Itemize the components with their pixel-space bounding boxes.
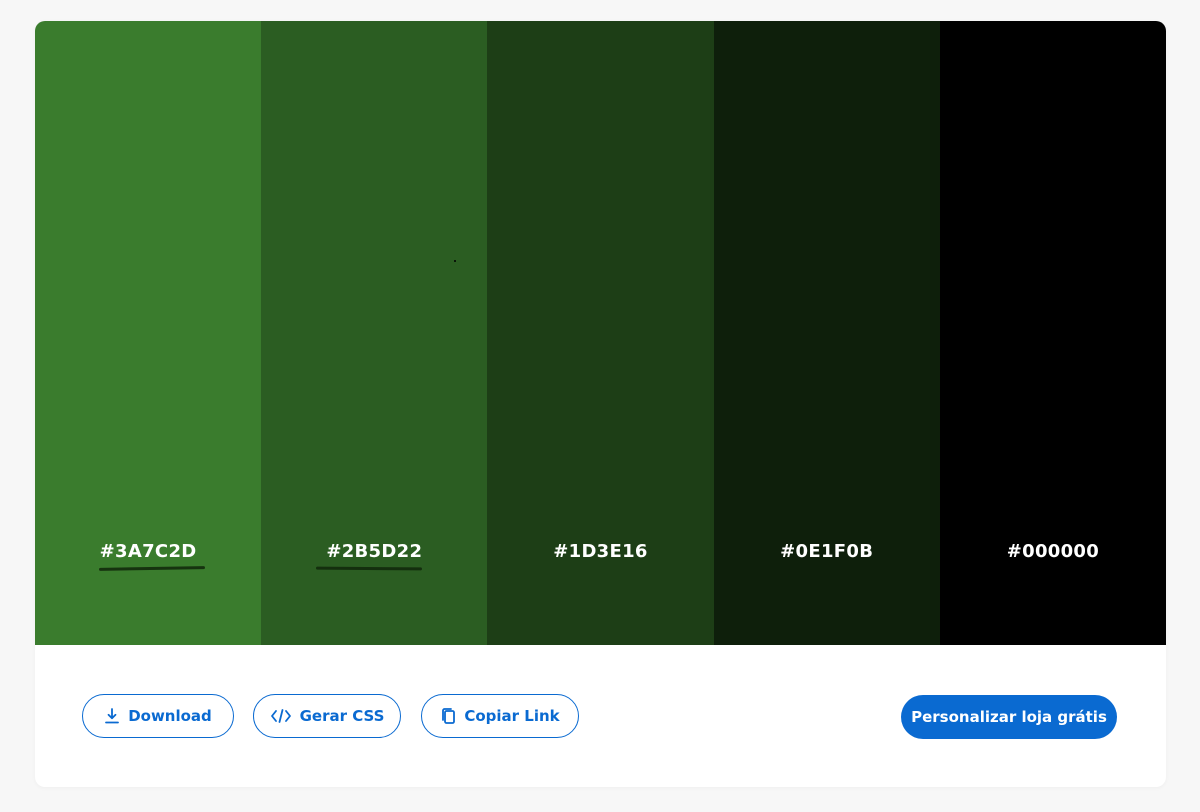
hex-underline-2 bbox=[316, 566, 423, 571]
hex-label-3[interactable]: #1D3E16 bbox=[487, 541, 713, 562]
code-icon bbox=[270, 708, 292, 724]
color-swatch-3[interactable]: #1D3E16 bbox=[487, 21, 714, 645]
hex-label-1[interactable]: #3A7C2D bbox=[35, 541, 261, 562]
generate-css-label: Gerar CSS bbox=[299, 707, 385, 725]
copy-link-button[interactable]: Copiar Link bbox=[421, 694, 579, 738]
customize-store-label: Personalizar loja grátis bbox=[911, 708, 1107, 726]
color-swatch-1[interactable]: #3A7C2D bbox=[35, 21, 262, 645]
hex-underline-1 bbox=[98, 566, 206, 571]
download-label: Download bbox=[128, 707, 212, 725]
palette-card: #3A7C2D #2B5D22 #1D3E16 #0E1F0B #000000 bbox=[35, 21, 1166, 787]
customize-store-button[interactable]: Personalizar loja grátis bbox=[901, 695, 1117, 739]
color-swatch-5[interactable]: #000000 bbox=[939, 21, 1166, 645]
color-swatch-2[interactable]: #2B5D22 bbox=[261, 21, 488, 645]
hex-label-2[interactable]: #2B5D22 bbox=[261, 541, 487, 562]
generate-css-button[interactable]: Gerar CSS bbox=[253, 694, 401, 738]
action-bar: Download Gerar CSS Copiar Link Personali… bbox=[35, 645, 1166, 787]
copy-link-label: Copiar Link bbox=[464, 707, 560, 725]
color-swatch-4[interactable]: #0E1F0B bbox=[713, 21, 940, 645]
copy-icon bbox=[440, 707, 456, 725]
color-palette: #3A7C2D #2B5D22 #1D3E16 #0E1F0B #000000 bbox=[35, 21, 1166, 645]
download-icon bbox=[104, 707, 120, 725]
hex-label-5[interactable]: #000000 bbox=[940, 541, 1166, 562]
stray-dot bbox=[454, 260, 457, 262]
download-button[interactable]: Download bbox=[82, 694, 234, 738]
hex-label-4[interactable]: #0E1F0B bbox=[714, 541, 940, 562]
